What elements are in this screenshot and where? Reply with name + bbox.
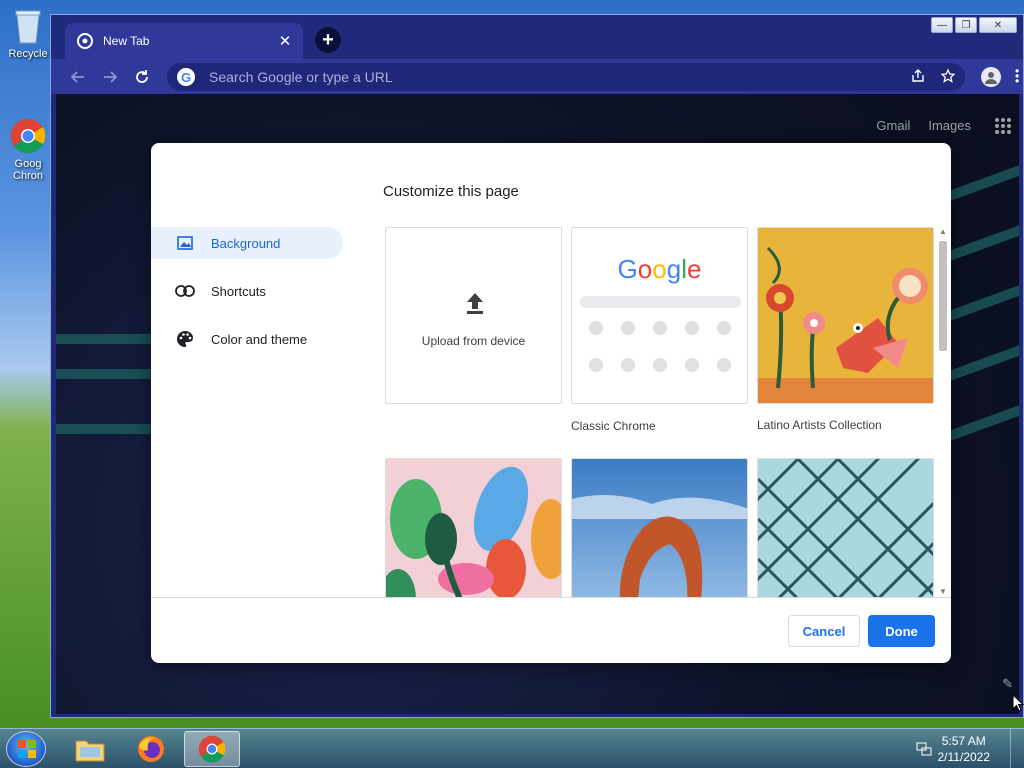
chrome-icon [10, 116, 46, 156]
new-tab-button[interactable]: + [315, 27, 341, 53]
cancel-button[interactable]: Cancel [788, 615, 860, 647]
close-window-button[interactable]: ✕ [979, 17, 1017, 33]
upload-from-device-tile[interactable]: Upload from device [385, 227, 562, 404]
nav-item-label: Shortcuts [211, 283, 266, 299]
classic-chrome-tile[interactable]: Google [571, 227, 748, 404]
scrollbar-thumb[interactable] [939, 241, 947, 351]
image-icon [175, 233, 195, 253]
mouse-cursor-icon [1012, 693, 1024, 715]
taskbar-chrome[interactable] [184, 731, 240, 767]
edit-pencil-icon[interactable]: ✎ [1002, 676, 1013, 692]
shortcut-dots [589, 321, 731, 372]
taskbar-firefox[interactable] [123, 731, 179, 767]
desktop-icon-label: Goog Chron [13, 158, 43, 182]
firefox-icon [138, 736, 164, 762]
desert-arch-tile[interactable] [571, 458, 748, 598]
glass-building-tile[interactable] [757, 458, 934, 598]
gmail-link[interactable]: Gmail [876, 118, 910, 133]
nav-item-label: Color and theme [211, 331, 308, 347]
nav-item-color-and-theme[interactable]: Color and theme [151, 323, 343, 355]
taskbar-file-explorer[interactable] [62, 731, 118, 767]
dialog-title: Customize this page [383, 183, 519, 200]
reload-icon [136, 69, 148, 83]
desktop-icon-google-chrome[interactable]: Goog Chron [2, 116, 54, 182]
palette-icon [175, 329, 195, 349]
forward-button[interactable] [99, 66, 121, 88]
done-button[interactable]: Done [868, 615, 935, 647]
window-controls: — ❐ ✕ [931, 17, 1017, 33]
scroll-down-arrow-icon[interactable]: ▼ [939, 587, 947, 596]
google-g-icon: G [177, 68, 195, 86]
taskbar: 5:57 AM 2/11/2022 [0, 728, 1024, 768]
arrow-left-icon [70, 70, 84, 83]
tab-new-tab[interactable]: New Tab ✕ [65, 23, 303, 59]
desktop-icon-recycle-bin[interactable]: Recycle [2, 6, 54, 60]
chrome-favicon-icon [77, 33, 93, 49]
address-bar[interactable]: G Search Google or type a URL [167, 63, 965, 91]
upload-icon [463, 291, 487, 318]
botanical-artwork [386, 459, 561, 598]
background-gallery: Upload from device Google Classic Chrome [385, 227, 948, 598]
nav-item-shortcuts[interactable]: Shortcuts [151, 275, 343, 307]
gallery-scrollbar[interactable]: ▲ ▼ [936, 227, 950, 598]
latino-artists-artwork [758, 228, 933, 403]
clock-date: 2/11/2022 [937, 750, 991, 764]
system-clock[interactable]: 5:57 AM 2/11/2022 [938, 733, 991, 765]
windows-logo-icon [18, 740, 36, 758]
address-bar-placeholder: Search Google or type a URL [209, 69, 393, 85]
glass-building-photo [758, 459, 933, 598]
dialog-divider [151, 597, 951, 598]
minimize-button[interactable]: — [931, 17, 953, 33]
desktop-icon-label: Recycle [8, 48, 48, 60]
start-button[interactable] [6, 731, 46, 767]
classic-chrome-label: Classic Chrome [571, 419, 656, 433]
tab-strip: New Tab ✕ + — ❐ ✕ [51, 15, 1023, 59]
folder-icon [75, 740, 105, 762]
images-link[interactable]: Images [928, 118, 971, 133]
latino-artists-label: Latino Artists Collection [757, 418, 882, 432]
latino-artists-tile[interactable] [757, 227, 934, 404]
menu-kebab-icon[interactable]: • • • [1015, 65, 1021, 87]
customize-dialog: Customize this page Background Shortcuts… [151, 143, 951, 663]
recycle-bin-icon [10, 6, 46, 46]
link-icon [175, 281, 195, 301]
desert-arch-photo [572, 459, 747, 598]
clock-time: 5:57 AM [941, 734, 986, 748]
reload-button[interactable] [131, 66, 153, 88]
show-desktop-button[interactable] [1010, 729, 1024, 768]
nav-item-label: Background [211, 235, 281, 251]
network-icon[interactable] [916, 741, 932, 760]
bookmark-star-icon[interactable] [940, 67, 956, 86]
browser-toolbar: G Search Google or type a URL • • • [51, 59, 1023, 94]
back-button[interactable] [67, 66, 89, 88]
maximize-button[interactable]: ❐ [955, 17, 977, 33]
close-tab-icon[interactable]: ✕ [277, 33, 293, 50]
apps-grid-icon[interactable] [995, 118, 1011, 134]
arrow-right-icon [104, 70, 118, 83]
share-icon[interactable] [911, 68, 925, 86]
tab-title: New Tab [103, 34, 150, 48]
ntp-links: Gmail Images [876, 118, 971, 133]
botanical-art-tile[interactable] [385, 458, 562, 598]
scroll-up-arrow-icon[interactable]: ▲ [939, 227, 947, 236]
upload-label: Upload from device [421, 334, 526, 348]
search-bar-placeholder [580, 296, 741, 308]
nav-item-background[interactable]: Background [151, 227, 343, 259]
google-logo: Google [617, 254, 702, 284]
chrome-taskbar-icon [198, 735, 226, 763]
profile-avatar-icon[interactable] [981, 67, 1001, 87]
